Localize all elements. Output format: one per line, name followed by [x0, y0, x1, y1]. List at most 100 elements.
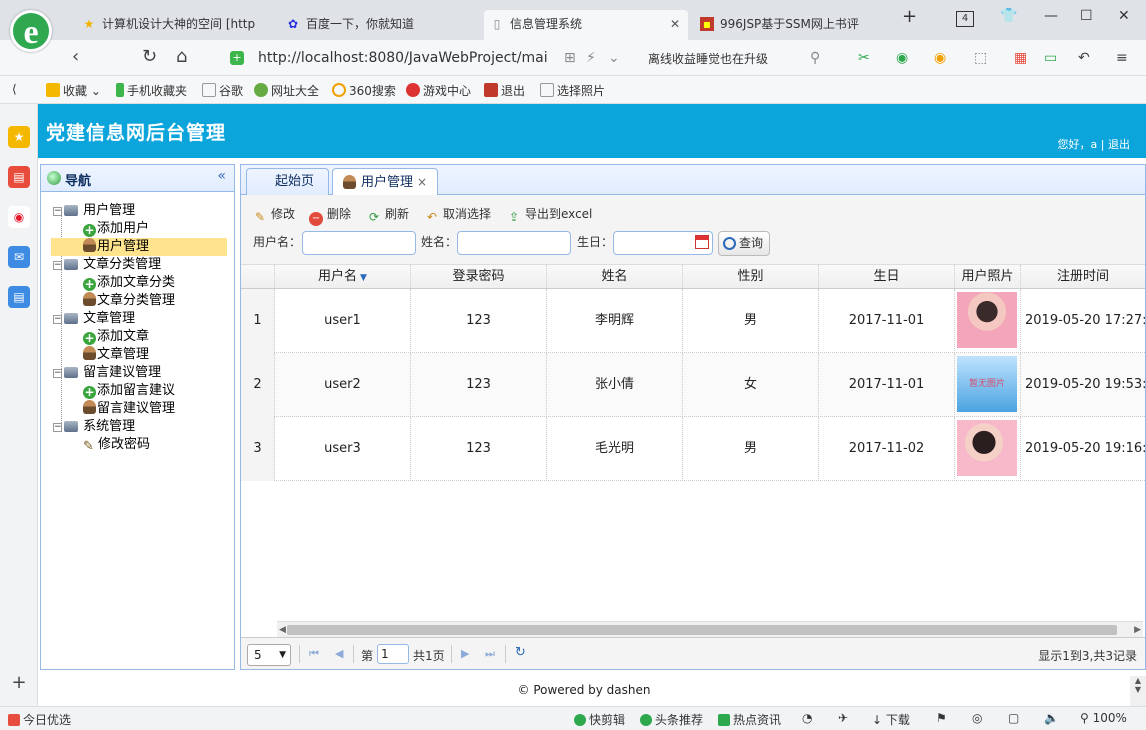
tree-item-add-message[interactable]: + 添加留言建议 [83, 382, 175, 400]
zoom-control[interactable]: ⚲ 100% [1080, 711, 1127, 725]
collapse-icon[interactable]: − [53, 315, 62, 324]
today-picks[interactable]: 今日优选 [8, 711, 71, 728]
tab-user-manage[interactable]: 用户管理 × [332, 168, 439, 196]
new-tab-icon[interactable]: + [902, 6, 917, 27]
status-speed-icon[interactable]: ◔ [802, 711, 812, 725]
fav-item-hao[interactable]: 网址大全 [254, 82, 319, 99]
refresh-button[interactable]: ⟳ 刷新 [367, 205, 409, 224]
export-excel-button[interactable]: ⇪ 导出到excel [507, 205, 592, 224]
cancel-select-button[interactable]: ↶ 取消选择 [425, 205, 491, 224]
url-field[interactable]: + http://localhost:8080/JavaWebProject/m… [230, 45, 610, 71]
battery-icon[interactable]: ▭ [1044, 50, 1057, 66]
weibo-icon[interactable]: ◉ [8, 206, 30, 228]
tree-group-category[interactable]: − 文章分类管理 [53, 256, 161, 274]
tree-item-add-user[interactable]: + 添加用户 [83, 220, 149, 238]
shirt-icon[interactable]: 👕 [1000, 8, 1017, 24]
status-window-icon[interactable]: ▢ [1008, 711, 1019, 725]
collapse-icon[interactable]: − [53, 369, 62, 378]
delete-button[interactable]: − 删除 [309, 205, 351, 226]
tab-count-badge[interactable]: 4 [956, 11, 974, 27]
scissors-icon[interactable]: ✂ [858, 50, 870, 66]
coin-icon[interactable]: ◉ [934, 50, 946, 66]
tree-item-category-manage[interactable]: 文章分类管理 [83, 292, 175, 310]
mail-icon[interactable]: ✉ [8, 246, 30, 268]
collapse-icon[interactable]: − [53, 261, 62, 270]
lightning-icon[interactable]: ⚡ [586, 50, 596, 66]
tree-item-article-manage[interactable]: 文章管理 [83, 346, 149, 364]
page-size-select[interactable]: 5 ▼ [247, 644, 291, 666]
collapse-icon[interactable]: − [53, 207, 62, 216]
browser-tab-2[interactable]: ✿ 百度一下，你就知道 [280, 10, 476, 40]
back-icon[interactable]: ‹ [72, 46, 79, 67]
scroll-left-icon[interactable]: ◀ [279, 622, 286, 638]
birthday-input[interactable] [613, 231, 713, 255]
fav-item-mobile[interactable]: 手机收藏夹 [116, 82, 187, 99]
query-button[interactable]: 查询 [718, 231, 770, 256]
status-pin-icon[interactable]: ✈ [838, 711, 848, 725]
edit-button[interactable]: ✎ 修改 [253, 205, 295, 224]
prev-page-icon[interactable]: ◀ [335, 647, 343, 660]
col-name[interactable]: 姓名 [547, 265, 683, 289]
home-icon[interactable]: ⌂ [176, 46, 187, 67]
col-username[interactable]: 用户名 ▼ [275, 265, 411, 289]
tree-item-message-manage[interactable]: 留言建议管理 [83, 400, 175, 418]
grid-icon[interactable]: ⊞ [564, 50, 576, 66]
collapse-icon[interactable]: − [53, 423, 62, 432]
browser-tab-1[interactable]: ★ 计算机设计大神的空间 [http [76, 10, 272, 40]
status-quick-edit[interactable]: 快剪辑 [574, 711, 625, 728]
close-tab-icon[interactable]: ✕ [670, 10, 680, 38]
tree-group-article[interactable]: − 文章管理 [53, 310, 135, 328]
menu-icon[interactable]: ≡ [1116, 50, 1128, 66]
document-icon[interactable]: ▤ [8, 286, 30, 308]
next-page-icon[interactable]: ▶ [461, 647, 469, 660]
status-hot-news[interactable]: 热点资讯 [718, 711, 781, 728]
add-icon[interactable]: + [8, 672, 30, 694]
collapse-left-icon[interactable]: « [217, 168, 226, 184]
page-vertical-scrollbar[interactable]: ▲ ▼ [1130, 676, 1146, 706]
volume-icon[interactable]: 🔈 [1044, 711, 1059, 725]
scroll-right-icon[interactable]: ▶ [1134, 622, 1141, 638]
col-gender[interactable]: 性别 [683, 265, 819, 289]
fav-item-exit[interactable]: 退出 [484, 82, 525, 99]
news-icon[interactable]: ▤ [8, 166, 30, 188]
tree-item-add-article[interactable]: + 添加文章 [83, 328, 149, 346]
star-icon[interactable]: ★ [8, 126, 30, 148]
minimize-icon[interactable]: — [1044, 8, 1058, 24]
search-icon[interactable]: ⚲ [810, 50, 820, 66]
status-download[interactable]: ↓ 下载 [872, 711, 910, 728]
screenshot-icon[interactable]: ⬚ [974, 50, 987, 66]
tree-group-user[interactable]: − 用户管理 [53, 202, 135, 220]
table-row[interactable]: 3 user3 123 毛光明 男 2017-11-02 2019-05-20 … [241, 417, 1145, 481]
name-input[interactable] [457, 231, 571, 255]
tree-item-add-category[interactable]: + 添加文章分类 [83, 274, 175, 292]
fav-item-360[interactable]: 360搜索 [332, 82, 396, 99]
close-tab-icon[interactable]: × [417, 175, 427, 189]
reload-icon[interactable]: ↻ [142, 46, 157, 67]
undo-icon[interactable]: ↶ [1078, 50, 1090, 66]
search-hint[interactable]: 离线收益睡觉也在升级 [648, 50, 768, 67]
col-regtime[interactable]: 注册时间 [1021, 265, 1145, 289]
tree-item-user-manage[interactable]: 用户管理 [51, 238, 227, 256]
fav-item-games[interactable]: 游戏中心 [406, 82, 471, 99]
tree-group-system[interactable]: − 系统管理 [53, 418, 135, 436]
fav-item-photo[interactable]: 选择照片 [540, 82, 605, 99]
table-row[interactable]: 2 user2 123 张小倩 女 2017-11-01 暂无图片 2019-0… [241, 353, 1145, 417]
col-password[interactable]: 登录密码 [411, 265, 547, 289]
status-headlines[interactable]: 头条推荐 [640, 711, 703, 728]
favbar-toggle-icon[interactable]: ⟨ [12, 82, 17, 96]
fav-item-collect[interactable]: 收藏 ⌄ [46, 82, 101, 99]
chevron-down-icon[interactable]: ⌄ [608, 50, 620, 66]
username-input[interactable] [302, 231, 416, 255]
last-page-icon[interactable]: ⏭ [485, 647, 495, 661]
tree-item-change-password[interactable]: ✎ 修改密码 [83, 436, 150, 454]
apps-icon[interactable]: ▦ [1014, 50, 1027, 66]
status-flag-icon[interactable]: ⚑ [936, 711, 947, 725]
tab-home[interactable]: 起始页 [246, 168, 330, 195]
status-browser-icon[interactable]: ◎ [972, 711, 982, 725]
browser-tab-3-active[interactable]: ▯ 信息管理系统 ✕ [484, 10, 688, 40]
browser-tab-4[interactable]: ▪ 996JSP基于SSM网上书评 [694, 10, 890, 40]
translate-icon[interactable]: ◉ [896, 50, 908, 66]
reload-page-icon[interactable]: ↻ [515, 645, 526, 660]
page-number-input[interactable]: 1 [377, 644, 409, 664]
col-photo[interactable]: 用户照片 [955, 265, 1021, 289]
